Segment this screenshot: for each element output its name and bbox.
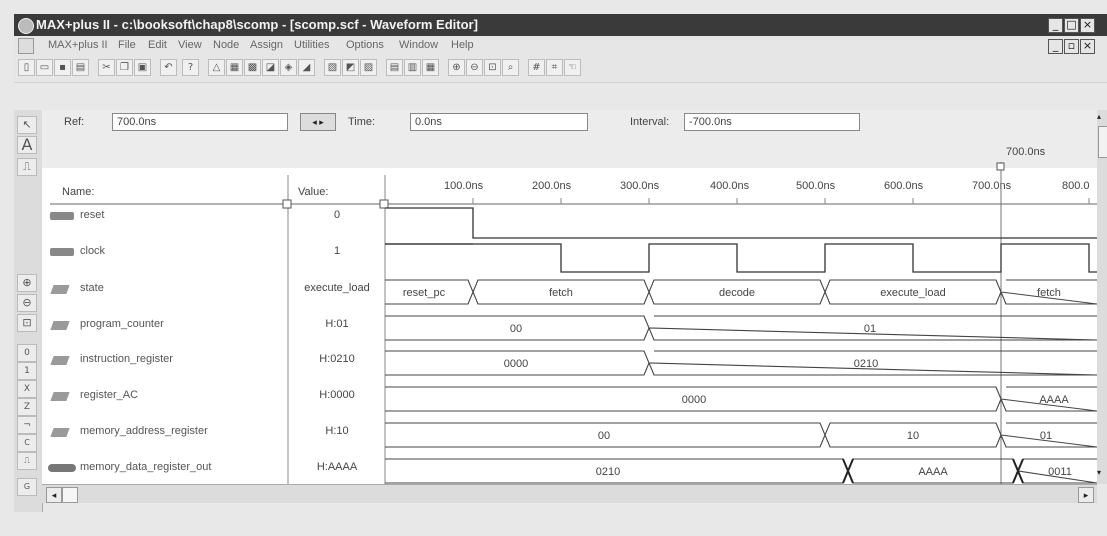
state-segment-label: fetch [1037, 287, 1061, 299]
wave-reset [385, 207, 1097, 239]
wave-instruction-register [385, 350, 1098, 376]
mdr-segment-label: 0210 [596, 466, 620, 478]
pc-segment-label: 01 [864, 323, 876, 335]
wave-program-counter [385, 315, 1098, 341]
tick-marks [472, 198, 1090, 204]
mar-segment-label: 10 [907, 430, 919, 442]
scroll-up-icon[interactable]: ▴ [1097, 112, 1107, 122]
mdr-segment-label: AAAA [918, 466, 948, 478]
transition-glitch [842, 458, 854, 484]
status-bar [14, 512, 1107, 536]
mar-segment-label: 01 [1040, 430, 1052, 442]
horizontal-scroll-thumb[interactable] [62, 487, 78, 503]
scroll-left-icon[interactable]: ◂ [46, 487, 62, 503]
ac-segment-label: 0000 [682, 394, 706, 406]
mar-segment-label: 00 [598, 430, 610, 442]
waveform-canvas: reset_pc fetch decode execute_load fetch… [50, 162, 1098, 484]
reference-cursor-handle [996, 162, 1005, 171]
vertical-scrollbar[interactable]: ▴ ▾ [1097, 110, 1107, 484]
wave-clock [385, 243, 1097, 273]
wave-memory-data-register-out [385, 458, 1098, 484]
mdr-segment-label: 0011 [1048, 466, 1072, 478]
wave-register-ac [385, 386, 1098, 412]
column-handle [379, 199, 389, 209]
scroll-right-icon[interactable]: ▸ [1078, 487, 1094, 503]
ir-segment-label: 0210 [854, 358, 878, 370]
ir-segment-label: 0000 [504, 358, 528, 370]
vertical-scroll-thumb[interactable] [1098, 126, 1107, 158]
ac-segment-label: AAAA [1039, 394, 1069, 406]
state-segment-label: fetch [549, 287, 573, 299]
wave-memory-address-register [385, 422, 1098, 448]
horizontal-scrollbar[interactable]: ◂ ▸ [42, 484, 1097, 503]
pc-segment-label: 00 [510, 323, 522, 335]
state-segment-label: decode [719, 287, 755, 299]
state-segment-label: execute_load [880, 287, 945, 299]
scroll-down-icon[interactable]: ▾ [1097, 468, 1107, 478]
column-handle [282, 199, 292, 209]
state-segment-label: reset_pc [403, 287, 446, 299]
